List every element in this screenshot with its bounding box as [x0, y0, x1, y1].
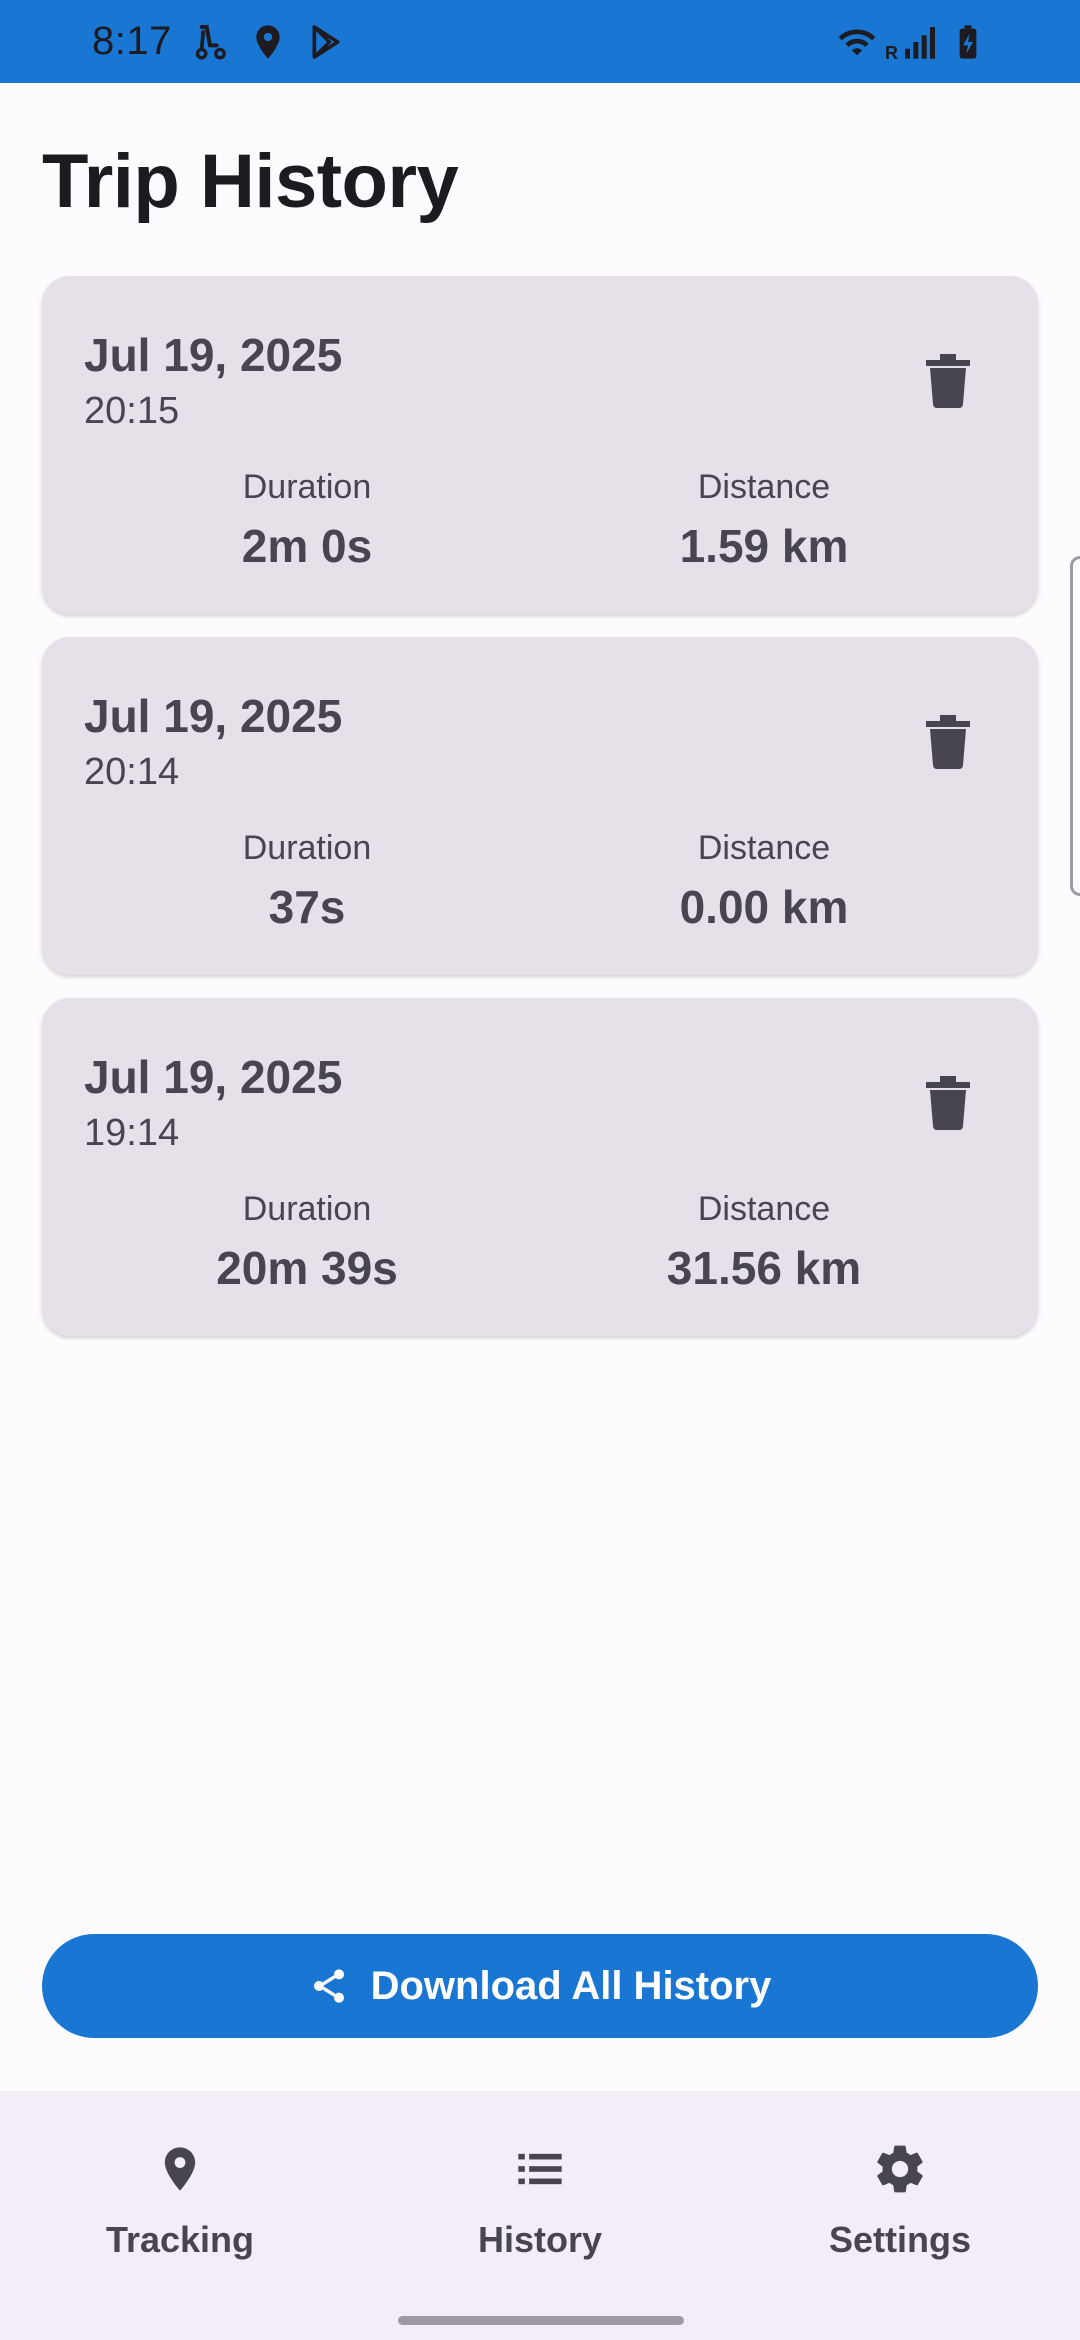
- nav-label-tracking: Tracking: [105, 2219, 255, 2260]
- roaming-indicator: R: [885, 43, 898, 63]
- nav-label-settings: Settings: [828, 2219, 971, 2260]
- duration-stat: Duration 20m 39s: [142, 1190, 472, 1295]
- duration-label: Duration: [242, 1190, 372, 1228]
- status-time: 8:17: [92, 19, 172, 63]
- download-all-history-button[interactable]: Download All History: [42, 1934, 1038, 2038]
- gear-icon: [868, 2137, 932, 2201]
- duration-label: Duration: [242, 468, 372, 506]
- status-left: 8:17: [92, 19, 346, 64]
- nav-item-tracking[interactable]: Tracking: [0, 2091, 360, 2340]
- trip-card[interactable]: Jul 19, 2025 19:14 Duration 20m 39s Dist…: [42, 998, 1038, 1336]
- distance-value: 1.59 km: [679, 520, 849, 572]
- trip-card[interactable]: Jul 19, 2025 20:15 Duration 2m 0s Distan…: [42, 276, 1038, 614]
- distance-label: Distance: [697, 468, 831, 506]
- trip-date: Jul 19, 2025: [84, 329, 343, 381]
- trip-date: Jul 19, 2025: [84, 690, 343, 742]
- delete-trip-button[interactable]: [918, 707, 978, 777]
- nav-label-history: History: [477, 2219, 603, 2260]
- page-title: Trip History: [42, 139, 459, 224]
- duration-value: 20m 39s: [216, 1242, 398, 1294]
- distance-label: Distance: [697, 829, 831, 867]
- delete-trip-button[interactable]: [918, 1068, 978, 1138]
- play-store-icon: [312, 24, 340, 59]
- duration-stat: Duration 37s: [142, 829, 472, 934]
- trip-time: 20:15: [84, 390, 180, 432]
- trip-time: 19:14: [84, 1112, 180, 1154]
- status-bar: 8:17 R: [0, 0, 1080, 83]
- distance-value: 0.00 km: [679, 881, 849, 933]
- delete-trip-button[interactable]: [918, 346, 978, 416]
- location-pin-icon: [148, 2137, 212, 2201]
- scrollbar[interactable]: [1070, 556, 1080, 896]
- distance-stat: Distance 31.56 km: [599, 1190, 929, 1295]
- scooter-icon: [195, 24, 226, 60]
- duration-value: 37s: [268, 881, 346, 933]
- bottom-navigation: Tracking History Settings: [0, 2091, 1080, 2340]
- distance-label: Distance: [697, 1190, 831, 1228]
- trip-time: 20:14: [84, 751, 180, 793]
- trash-icon: [926, 354, 970, 408]
- nav-item-history[interactable]: History: [360, 2091, 720, 2340]
- distance-stat: Distance 1.59 km: [599, 468, 929, 573]
- trip-list: Jul 19, 2025 20:15 Duration 2m 0s Distan…: [42, 276, 1038, 1359]
- distance-value: 31.56 km: [666, 1242, 862, 1294]
- duration-label: Duration: [242, 829, 372, 867]
- battery-charging-icon: [959, 24, 977, 59]
- duration-value: 2m 0s: [241, 520, 373, 572]
- trip-history-screen: 8:17 R Trip History Jul 19, 2025 20:15 D…: [0, 0, 1080, 2340]
- trip-date: Jul 19, 2025: [84, 1051, 343, 1103]
- share-icon: [313, 1969, 344, 2003]
- trip-card[interactable]: Jul 19, 2025 20:14 Duration 37s Distance…: [42, 637, 1038, 975]
- gesture-navigation-bar[interactable]: [398, 2316, 684, 2325]
- trash-icon: [926, 715, 970, 769]
- signal-icon: [905, 26, 935, 59]
- distance-stat: Distance 0.00 km: [599, 829, 929, 934]
- nav-item-settings[interactable]: Settings: [720, 2091, 1080, 2340]
- trash-icon: [926, 1076, 970, 1130]
- wifi-icon: [838, 29, 876, 55]
- status-right: R: [837, 19, 988, 64]
- location-icon: [256, 24, 280, 59]
- duration-stat: Duration 2m 0s: [142, 468, 472, 573]
- download-button-label: Download All History: [370, 1963, 772, 2008]
- list-icon: [508, 2137, 572, 2201]
